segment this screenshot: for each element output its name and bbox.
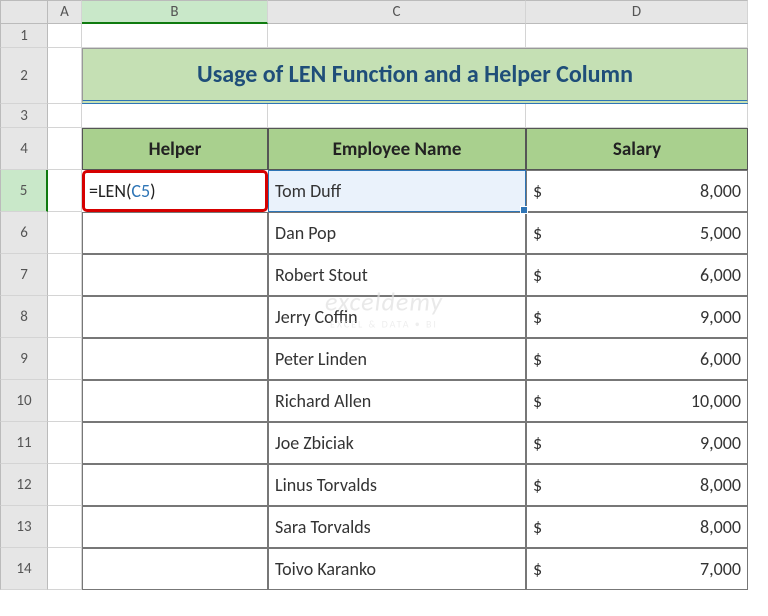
salary-value: 8,000 xyxy=(700,516,741,538)
cell-b10[interactable] xyxy=(82,380,268,422)
cell-a9[interactable] xyxy=(48,338,82,380)
currency-symbol: $ xyxy=(533,222,542,244)
cell-d8[interactable]: $9,000 xyxy=(526,296,748,338)
salary-value: 6,000 xyxy=(700,348,741,370)
spreadsheet-grid[interactable]: A B C D 1 2 Usage of LEN Function and a … xyxy=(0,0,768,590)
cell-c14[interactable]: Toivo Karanko xyxy=(268,548,526,590)
row-header-14[interactable]: 14 xyxy=(0,548,48,590)
salary-value: 6,000 xyxy=(700,264,741,286)
cell-d12[interactable]: $8,000 xyxy=(526,464,748,506)
row-header-13[interactable]: 13 xyxy=(0,506,48,548)
salary-value: 5,000 xyxy=(700,222,741,244)
salary-value: 8,000 xyxy=(700,474,741,496)
cell-c6[interactable]: Dan Pop xyxy=(268,212,526,254)
cell-d1[interactable] xyxy=(526,24,748,48)
row-header-7[interactable]: 7 xyxy=(0,254,48,296)
cell-a3[interactable] xyxy=(48,104,82,128)
row-header-10[interactable]: 10 xyxy=(0,380,48,422)
cell-b5-formula[interactable]: =LEN(C5) xyxy=(82,170,268,212)
cell-c10[interactable]: Richard Allen xyxy=(268,380,526,422)
cell-c9[interactable]: Peter Linden xyxy=(268,338,526,380)
col-header-d[interactable]: D xyxy=(526,0,748,24)
cell-c7[interactable]: Robert Stout xyxy=(268,254,526,296)
currency-symbol: $ xyxy=(533,516,542,538)
cell-d13[interactable]: $8,000 xyxy=(526,506,748,548)
currency-symbol: $ xyxy=(533,348,542,370)
cell-b12[interactable] xyxy=(82,464,268,506)
cell-a14[interactable] xyxy=(48,548,82,590)
currency-symbol: $ xyxy=(533,390,542,412)
cell-d5[interactable]: $8,000 xyxy=(526,170,748,212)
currency-symbol: $ xyxy=(533,432,542,454)
cell-d9[interactable]: $6,000 xyxy=(526,338,748,380)
cell-a10[interactable] xyxy=(48,380,82,422)
cell-b14[interactable] xyxy=(82,548,268,590)
cell-c5[interactable]: Tom Duff xyxy=(268,170,526,212)
cell-a12[interactable] xyxy=(48,464,82,506)
row-header-11[interactable]: 11 xyxy=(0,422,48,464)
cell-b1[interactable] xyxy=(82,24,268,48)
currency-symbol: $ xyxy=(533,474,542,496)
currency-symbol: $ xyxy=(533,306,542,328)
cell-c11[interactable]: Joe Zbiciak xyxy=(268,422,526,464)
cell-c12[interactable]: Linus Torvalds xyxy=(268,464,526,506)
row-header-6[interactable]: 6 xyxy=(0,212,48,254)
cell-d11[interactable]: $9,000 xyxy=(526,422,748,464)
cell-a7[interactable] xyxy=(48,254,82,296)
col-header-a[interactable]: A xyxy=(48,0,82,24)
cell-c8[interactable]: Jerry Coffin xyxy=(268,296,526,338)
cell-a8[interactable] xyxy=(48,296,82,338)
header-employee[interactable]: Employee Name xyxy=(268,128,526,170)
salary-value: 9,000 xyxy=(700,306,741,328)
salary-value: 8,000 xyxy=(700,180,741,202)
cell-c1[interactable] xyxy=(268,24,526,48)
cell-a11[interactable] xyxy=(48,422,82,464)
row-header-9[interactable]: 9 xyxy=(0,338,48,380)
cell-b11[interactable] xyxy=(82,422,268,464)
currency-symbol: $ xyxy=(533,558,542,580)
cell-a2[interactable] xyxy=(48,48,82,104)
row-header-2[interactable]: 2 xyxy=(0,48,48,104)
cell-b9[interactable] xyxy=(82,338,268,380)
cell-d3[interactable] xyxy=(526,104,748,128)
salary-value: 7,000 xyxy=(700,558,741,580)
cell-d14[interactable]: $7,000 xyxy=(526,548,748,590)
cell-a6[interactable] xyxy=(48,212,82,254)
cell-b3[interactable] xyxy=(82,104,268,128)
currency-symbol: $ xyxy=(533,180,542,202)
row-header-4[interactable]: 4 xyxy=(0,128,48,170)
row-header-5[interactable]: 5 xyxy=(0,170,48,212)
row-header-1[interactable]: 1 xyxy=(0,24,48,48)
cell-b8[interactable] xyxy=(82,296,268,338)
currency-symbol: $ xyxy=(533,264,542,286)
select-all-corner[interactable] xyxy=(0,0,48,24)
cell-b6[interactable] xyxy=(82,212,268,254)
col-header-b[interactable]: B xyxy=(82,0,268,24)
cell-b7[interactable] xyxy=(82,254,268,296)
row-header-8[interactable]: 8 xyxy=(0,296,48,338)
header-salary[interactable]: Salary xyxy=(526,128,748,170)
cell-a5[interactable] xyxy=(48,170,82,212)
row-header-12[interactable]: 12 xyxy=(0,464,48,506)
col-header-c[interactable]: C xyxy=(268,0,526,24)
title-cell[interactable]: Usage of LEN Function and a Helper Colum… xyxy=(82,48,748,104)
formula-suffix: ) xyxy=(150,180,155,202)
cell-d6[interactable]: $5,000 xyxy=(526,212,748,254)
formula-ref: C5 xyxy=(131,180,150,202)
formula-prefix: =LEN( xyxy=(89,180,131,202)
cell-a13[interactable] xyxy=(48,506,82,548)
cell-c3[interactable] xyxy=(268,104,526,128)
salary-value: 10,000 xyxy=(691,390,741,412)
header-helper[interactable]: Helper xyxy=(82,128,268,170)
cell-a4[interactable] xyxy=(48,128,82,170)
cell-a1[interactable] xyxy=(48,24,82,48)
cell-d10[interactable]: $10,000 xyxy=(526,380,748,422)
cell-c13[interactable]: Sara Torvalds xyxy=(268,506,526,548)
cell-b13[interactable] xyxy=(82,506,268,548)
cell-d7[interactable]: $6,000 xyxy=(526,254,748,296)
row-header-3[interactable]: 3 xyxy=(0,104,48,128)
salary-value: 9,000 xyxy=(700,432,741,454)
